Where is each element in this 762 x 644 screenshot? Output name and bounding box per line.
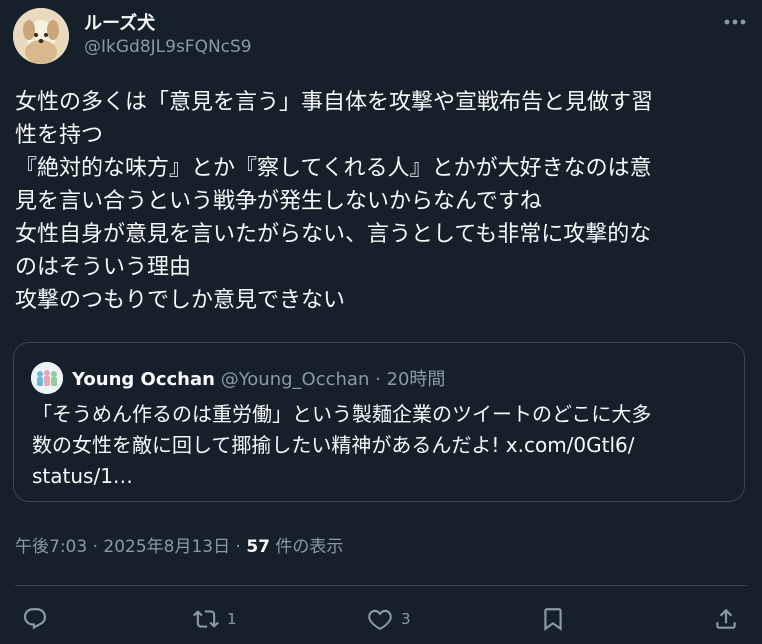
quote-header: Young Occhan @Young_Occhan · 20時間 bbox=[72, 365, 445, 391]
retweet-button[interactable]: 1 bbox=[193, 604, 237, 634]
tweet-line: 女性自身が意見を言いたがらない、言うとしても非常に攻撃的な bbox=[15, 222, 652, 247]
meta-separator: · bbox=[230, 537, 247, 557]
quote-author-name[interactable]: Young Occhan bbox=[72, 369, 215, 390]
reply-icon bbox=[23, 608, 47, 630]
views-label: 件の表示 bbox=[270, 537, 344, 557]
tweet: ルーズ犬 @IkGd8JL9sFQNcS9 女性の多くは「意見を言う」事自体を攻… bbox=[0, 0, 762, 644]
more-icon bbox=[724, 19, 746, 25]
quoted-tweet-card[interactable]: Young Occhan @Young_Occhan · 20時間 「そうめん作… bbox=[13, 342, 745, 502]
retweet-count: 1 bbox=[227, 610, 237, 628]
tweet-metadata: 午後7:03 · 2025年8月13日 · 57 件の表示 bbox=[15, 532, 343, 557]
quote-separator: · bbox=[369, 369, 387, 390]
tweet-date[interactable]: 2025年8月13日 bbox=[103, 537, 230, 557]
quote-line: 数の女性を敵に回して揶揄したい精神があるんだよ! x.com/0Gtl6/ bbox=[32, 433, 635, 457]
like-icon bbox=[368, 609, 392, 631]
quote-avatar-image bbox=[31, 362, 63, 394]
reply-button[interactable] bbox=[22, 604, 56, 634]
tweet-line: 女性の多くは「意見を言う」事自体を攻撃や宣戦布告と見做す習 bbox=[15, 90, 654, 115]
quote-line: status/1… bbox=[32, 464, 133, 488]
bookmark-icon bbox=[544, 608, 562, 631]
tweet-line: 性を持つ bbox=[15, 123, 104, 148]
meta-separator: · bbox=[87, 537, 104, 557]
bookmark-button[interactable] bbox=[540, 604, 566, 634]
author-avatar[interactable] bbox=[13, 8, 69, 64]
like-button[interactable]: 3 bbox=[367, 604, 411, 634]
quote-author-handle: @Young_Occhan bbox=[220, 369, 370, 390]
author-handle[interactable]: @IkGd8JL9sFQNcS9 bbox=[84, 37, 252, 57]
share-button[interactable] bbox=[713, 604, 739, 634]
more-options-button[interactable] bbox=[722, 12, 748, 32]
views-count: 57 bbox=[246, 537, 271, 557]
tweet-line: 『絶対的な味方』とか『察してくれる人』とかが大好きなのは意 bbox=[15, 156, 652, 181]
quote-line: 「そうめん作るのは重労働」という製麺企業のツイートのどこに大多 bbox=[32, 402, 652, 426]
like-count: 3 bbox=[401, 610, 411, 628]
avatar-dog-image bbox=[13, 8, 69, 64]
quote-author-avatar bbox=[31, 362, 63, 394]
share-icon bbox=[716, 608, 736, 629]
tweet-line: 攻撃のつもりでしか意見できない bbox=[15, 288, 346, 313]
author-display-name[interactable]: ルーズ犬 bbox=[84, 9, 155, 35]
tweet-line: のはそういう理由 bbox=[15, 255, 192, 280]
tweet-time[interactable]: 午後7:03 bbox=[15, 537, 87, 557]
divider bbox=[15, 585, 747, 586]
quote-time[interactable]: 20時間 bbox=[387, 369, 446, 390]
retweet-icon bbox=[193, 610, 219, 628]
tweet-text: 女性の多くは「意見を言う」事自体を攻撃や宣戦布告と見做す習 性を持つ 『絶対的な… bbox=[15, 86, 750, 317]
tweet-line: 見を言い合うという戦争が発生しないからなんですね bbox=[15, 189, 542, 214]
quote-text: 「そうめん作るのは重労働」という製麺企業のツイートのどこに大多 数の女性を敵に回… bbox=[32, 399, 732, 492]
